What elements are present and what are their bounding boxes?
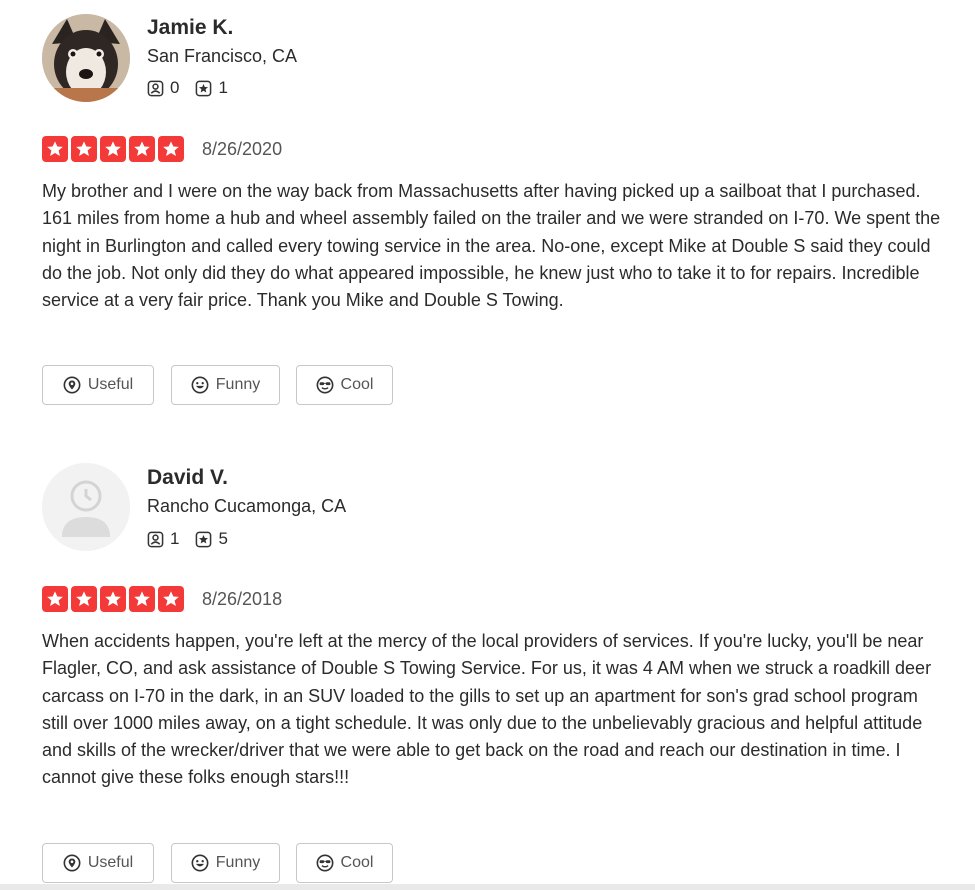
- default-user-avatar-icon: [42, 463, 130, 551]
- avatar[interactable]: [42, 463, 130, 551]
- useful-button[interactable]: Useful: [42, 843, 154, 883]
- friends-count: 0: [170, 78, 180, 97]
- user-location: Rancho Cucamonga, CA: [147, 496, 347, 516]
- cool-label: Cool: [340, 376, 374, 393]
- useful-icon: [63, 854, 81, 872]
- review-text: My brother and I were on the way back fr…: [42, 181, 941, 311]
- user-location: San Francisco, CA: [147, 46, 298, 66]
- friends-count: 1: [170, 529, 180, 548]
- dog-avatar-image: [42, 14, 130, 102]
- cool-sunglasses-icon: [316, 376, 334, 394]
- user-stats: 0 1: [147, 78, 238, 98]
- funny-button[interactable]: Funny: [171, 365, 280, 405]
- star-icon: [71, 586, 97, 612]
- avatar[interactable]: [42, 14, 130, 102]
- user-name[interactable]: David V.: [147, 466, 228, 490]
- cool-button[interactable]: Cool: [296, 843, 393, 883]
- useful-icon: [63, 376, 81, 394]
- star-rating: [42, 586, 184, 612]
- useful-label: Useful: [87, 376, 134, 393]
- funny-label: Funny: [215, 854, 261, 871]
- star-icon: [100, 586, 126, 612]
- review-date: 8/26/2018: [202, 589, 283, 609]
- star-rating: [42, 136, 184, 162]
- star-icon: [158, 136, 184, 162]
- funny-label: Funny: [215, 376, 261, 393]
- friends-icon: [147, 531, 164, 547]
- star-icon: [42, 586, 68, 612]
- friends-icon: [147, 80, 164, 96]
- cool-button[interactable]: Cool: [296, 365, 393, 405]
- funny-face-icon: [191, 376, 209, 394]
- user-name[interactable]: Jamie K.: [147, 16, 233, 40]
- star-icon: [129, 136, 155, 162]
- star-icon: [42, 136, 68, 162]
- cool-sunglasses-icon: [316, 854, 334, 872]
- star-icon: [158, 586, 184, 612]
- review-date: 8/26/2020: [202, 139, 283, 159]
- reviews-star-icon: [196, 80, 212, 96]
- funny-button[interactable]: Funny: [171, 843, 280, 883]
- star-icon: [71, 136, 97, 162]
- bottom-divider: [0, 884, 975, 890]
- useful-label: Useful: [87, 854, 134, 871]
- cool-label: Cool: [340, 854, 374, 871]
- user-stats: 1 5: [147, 529, 238, 549]
- reviews-count: 1: [218, 78, 228, 97]
- star-icon: [100, 136, 126, 162]
- review-text: When accidents happen, you're left at th…: [42, 631, 932, 788]
- reviews-star-icon: [196, 531, 212, 547]
- useful-button[interactable]: Useful: [42, 365, 154, 405]
- funny-face-icon: [191, 854, 209, 872]
- reviews-count: 5: [218, 529, 228, 548]
- star-icon: [129, 586, 155, 612]
